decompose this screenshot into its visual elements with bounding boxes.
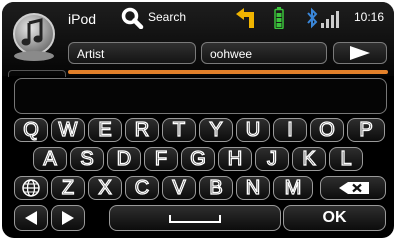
active-tab-indicator (68, 70, 388, 74)
arrow-right-icon (62, 211, 74, 225)
language-button[interactable] (14, 176, 48, 200)
key-g[interactable]: G (181, 147, 215, 171)
magnifier-icon (121, 7, 144, 29)
key-b[interactable]: B (199, 176, 233, 200)
search-category-field[interactable]: Artist (68, 42, 196, 64)
key-y[interactable]: Y (199, 118, 233, 142)
arrow-left-icon (25, 211, 37, 225)
turn-arrow-icon (236, 8, 254, 28)
key-n[interactable]: N (236, 176, 270, 200)
key-x[interactable]: X (88, 176, 122, 200)
key-j[interactable]: J (255, 147, 289, 171)
key-p[interactable]: P (347, 118, 385, 142)
clock: 10:16 (354, 10, 385, 24)
key-h[interactable]: H (218, 147, 252, 171)
backspace-button[interactable] (320, 176, 386, 200)
key-d[interactable]: D (107, 147, 141, 171)
cursor-left-button[interactable] (14, 205, 48, 231)
key-f[interactable]: F (144, 147, 178, 171)
key-t[interactable]: T (162, 118, 196, 142)
key-e[interactable]: E (88, 118, 122, 142)
search-query-field[interactable]: oohwee (201, 42, 327, 64)
left-tab-divider (8, 70, 66, 77)
status-area: 10:16 (234, 6, 394, 30)
battery-icon (274, 7, 284, 29)
space-icon (169, 215, 221, 223)
ok-button[interactable]: OK (283, 205, 386, 231)
next-button[interactable] (333, 42, 387, 64)
head-unit-display: iPod Search 10:16 Artist oohwee Q W E R … (2, 2, 394, 238)
bluetooth-icon (307, 7, 318, 29)
key-a[interactable]: A (33, 147, 67, 171)
key-r[interactable]: R (125, 118, 159, 142)
key-z[interactable]: Z (51, 176, 85, 200)
key-v[interactable]: V (162, 176, 196, 200)
key-o[interactable]: O (310, 118, 344, 142)
key-u[interactable]: U (236, 118, 270, 142)
search-label: Search (148, 10, 187, 24)
backspace-icon (339, 182, 369, 194)
signal-bars-icon (321, 11, 339, 28)
space-key[interactable] (109, 205, 281, 231)
screen: iPod Search 10:16 Artist oohwee Q W E R … (0, 0, 396, 240)
source-label: iPod (68, 11, 97, 27)
cursor-right-button[interactable] (51, 205, 85, 231)
key-k[interactable]: K (292, 147, 326, 171)
key-m[interactable]: M (273, 176, 313, 200)
key-s[interactable]: S (70, 147, 104, 171)
key-i[interactable]: I (273, 118, 307, 142)
key-q[interactable]: Q (14, 118, 48, 142)
play-arrow-icon (350, 46, 370, 60)
key-w[interactable]: W (51, 118, 85, 142)
music-note-logo-icon (13, 13, 55, 61)
key-c[interactable]: C (125, 176, 159, 200)
text-input-field[interactable] (14, 78, 387, 114)
key-l[interactable]: L (329, 147, 363, 171)
globe-icon (22, 179, 40, 197)
